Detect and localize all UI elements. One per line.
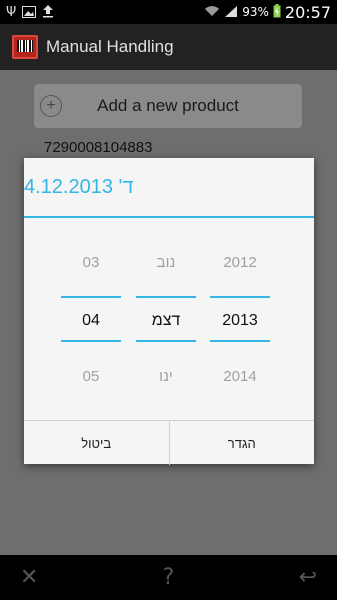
back-icon[interactable]: ↩ (299, 565, 317, 590)
year-prev[interactable]: 2012 (208, 254, 272, 271)
year-selection-line-top (210, 296, 270, 298)
month-selected[interactable]: דצמ (134, 312, 198, 330)
day-selection-line-bottom (61, 340, 121, 342)
year-picker[interactable]: 2012 2013 2014 (208, 218, 272, 418)
year-selected[interactable]: 2013 (208, 312, 272, 330)
year-selection-line-bottom (210, 340, 270, 342)
day-prev[interactable]: 03 (59, 254, 123, 271)
day-selection-line-top (61, 296, 121, 298)
dialog-title: ד' 4.12.2013 (24, 175, 134, 198)
clock: 20:57 (284, 2, 331, 22)
image-icon (22, 3, 37, 22)
add-product-label: Add a new product (97, 96, 239, 115)
day-selected[interactable]: 04 (59, 312, 123, 330)
close-icon[interactable]: ✕ (20, 565, 38, 590)
dialog-button-bar: ביטול הגדר (24, 420, 314, 465)
action-bar: Manual Handling (0, 24, 337, 70)
battery-charging-icon (273, 3, 281, 21)
barcode-app-icon[interactable] (12, 35, 38, 59)
day-next[interactable]: 05 (59, 368, 123, 385)
month-selection-line-top (136, 296, 196, 298)
month-next[interactable]: ינו (134, 368, 198, 385)
wifi-icon (204, 5, 220, 20)
add-circle-icon: + (40, 95, 62, 117)
cancel-button[interactable]: ביטול (24, 421, 170, 465)
barcode-value: 7290008104883 (44, 139, 153, 156)
day-picker[interactable]: 03 04 05 (59, 218, 123, 418)
month-selection-line-bottom (136, 340, 196, 342)
add-product-button[interactable]: + Add a new product (34, 84, 302, 128)
year-next[interactable]: 2014 (208, 368, 272, 385)
date-picker-dialog: ד' 4.12.2013 03 04 05 נוב דצמ ינו 2012 2… (24, 158, 314, 465)
app-title: Manual Handling (46, 37, 174, 56)
month-prev[interactable]: נוב (134, 254, 198, 271)
status-bar: Ψ 93% 20:57 (0, 0, 337, 24)
signal-icon (224, 5, 238, 20)
navigation-bar: ✕ ? ↩ (0, 555, 337, 600)
usb-icon: Ψ (6, 4, 17, 20)
set-button[interactable]: הגדר (170, 421, 315, 465)
month-picker[interactable]: נוב דצמ ינו (134, 218, 198, 418)
battery-percent: 93% (242, 5, 269, 19)
help-icon[interactable]: ? (163, 565, 175, 590)
upload-icon (42, 3, 54, 22)
